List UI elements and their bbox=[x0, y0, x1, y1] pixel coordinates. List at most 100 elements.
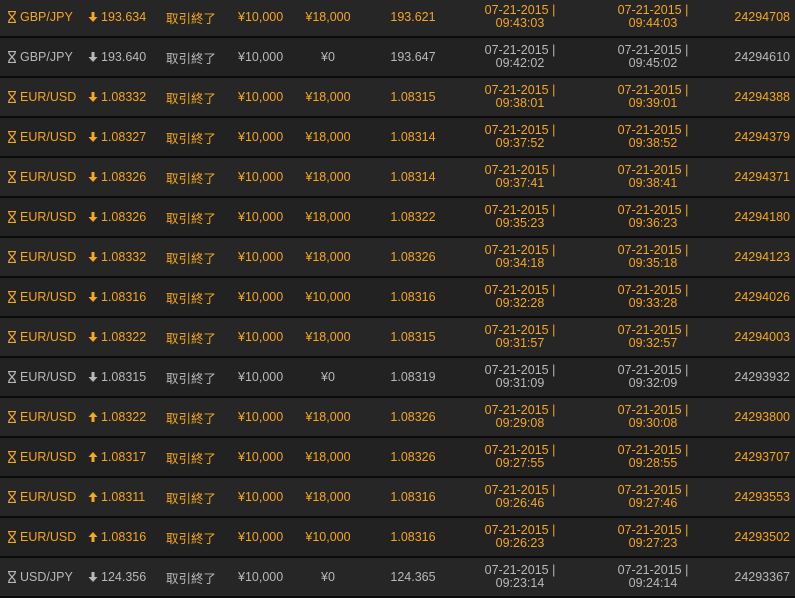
arrow-down-icon bbox=[88, 372, 98, 382]
trade-id: 24294123 bbox=[734, 250, 790, 264]
open-time-text: 09:35:23 bbox=[495, 216, 545, 230]
rate-cell: 193.640 bbox=[88, 38, 146, 76]
close-time: 07-21-2015 | 09:38:52 bbox=[603, 118, 703, 156]
closing-rate: 1.08319 bbox=[390, 370, 436, 384]
arrow-up-icon bbox=[88, 492, 98, 502]
arrow-down-icon bbox=[88, 92, 98, 102]
pair-label: EUR/USD bbox=[20, 450, 77, 464]
pair-cell: USD/JPY bbox=[7, 558, 73, 596]
payout-amount: ¥18,000 bbox=[305, 330, 351, 344]
closing-rate: 193.647 bbox=[390, 50, 436, 64]
hourglass-icon bbox=[8, 411, 16, 423]
trade-id: 24293553 bbox=[734, 490, 790, 504]
hourglass-icon bbox=[8, 131, 16, 143]
entry-rate: 1.08327 bbox=[101, 130, 147, 144]
close-time: 07-21-2015 | 09:35:18 bbox=[603, 238, 703, 276]
rate-cell: 1.08327 bbox=[88, 118, 146, 156]
entry-rate: 1.08316 bbox=[101, 290, 147, 304]
pair-cell: EUR/USD bbox=[7, 478, 76, 516]
investment-amount: ¥10,000 bbox=[238, 570, 284, 584]
investment-amount: ¥10,000 bbox=[238, 450, 284, 464]
closing-rate: 193.621 bbox=[390, 10, 436, 24]
pair-label: EUR/USD bbox=[20, 290, 77, 304]
entry-rate: 1.08322 bbox=[101, 330, 147, 344]
pair-label: EUR/USD bbox=[20, 130, 77, 144]
trade-id: 24294180 bbox=[734, 210, 790, 224]
trade-id: 24294610 bbox=[734, 50, 790, 64]
close-time-text: 09:38:41 bbox=[628, 176, 678, 190]
open-time-text: 09:27:55 bbox=[495, 456, 545, 470]
rate-cell: 124.356 bbox=[88, 558, 146, 596]
table-row[interactable]: EUR/USD 1.08316 取引終了 ¥10,000 ¥10,000 1.0… bbox=[0, 278, 795, 318]
table-row[interactable]: EUR/USD 1.08332 取引終了 ¥10,000 ¥18,000 1.0… bbox=[0, 78, 795, 118]
open-time-text: 09:32:28 bbox=[495, 296, 545, 310]
table-row[interactable]: EUR/USD 1.08322 取引終了 ¥10,000 ¥18,000 1.0… bbox=[0, 398, 795, 438]
open-time: 07-21-2015 | 09:38:01 bbox=[470, 78, 570, 116]
close-time-text: 09:24:14 bbox=[628, 576, 678, 590]
close-time-text: 09:39:01 bbox=[628, 96, 678, 110]
rate-cell: 1.08322 bbox=[88, 398, 146, 436]
open-time: 07-21-2015 | 09:26:23 bbox=[470, 518, 570, 556]
arrow-down-icon bbox=[88, 292, 98, 302]
close-time-text: 09:32:09 bbox=[628, 376, 678, 390]
open-time-text: 09:37:41 bbox=[495, 176, 545, 190]
table-row[interactable]: EUR/USD 1.08326 取引終了 ¥10,000 ¥18,000 1.0… bbox=[0, 158, 795, 198]
open-time-text: 09:42:02 bbox=[495, 56, 545, 70]
table-row[interactable]: EUR/USD 1.08332 取引終了 ¥10,000 ¥18,000 1.0… bbox=[0, 238, 795, 278]
table-row[interactable]: GBP/JPY 193.640 取引終了 ¥10,000 ¥0 193.647 … bbox=[0, 38, 795, 78]
open-time: 07-21-2015 | 09:35:23 bbox=[470, 198, 570, 236]
closing-rate: 1.08322 bbox=[390, 210, 436, 224]
table-row[interactable]: GBP/JPY 193.634 取引終了 ¥10,000 ¥18,000 193… bbox=[0, 0, 795, 38]
investment-amount: ¥10,000 bbox=[238, 490, 284, 504]
open-time-text: 09:38:01 bbox=[495, 96, 545, 110]
table-row[interactable]: USD/JPY 124.356 取引終了 ¥10,000 ¥0 124.365 … bbox=[0, 558, 795, 598]
entry-rate: 1.08332 bbox=[101, 250, 147, 264]
table-row[interactable]: EUR/USD 1.08317 取引終了 ¥10,000 ¥18,000 1.0… bbox=[0, 438, 795, 478]
table-row[interactable]: EUR/USD 1.08316 取引終了 ¥10,000 ¥10,000 1.0… bbox=[0, 518, 795, 558]
rate-cell: 1.08326 bbox=[88, 198, 146, 236]
open-time-text: 09:43:03 bbox=[495, 16, 545, 30]
rate-cell: 1.08332 bbox=[88, 78, 146, 116]
payout-amount: ¥0 bbox=[321, 50, 335, 64]
open-time: 07-21-2015 | 09:29:08 bbox=[470, 398, 570, 436]
open-time-text: 09:29:08 bbox=[495, 416, 545, 430]
hourglass-icon bbox=[8, 571, 16, 583]
open-time: 07-21-2015 | 09:42:02 bbox=[470, 38, 570, 76]
payout-amount: ¥18,000 bbox=[305, 410, 351, 424]
close-time: 07-21-2015 | 09:33:28 bbox=[603, 278, 703, 316]
hourglass-icon bbox=[8, 211, 16, 223]
open-time: 07-21-2015 | 09:37:52 bbox=[470, 118, 570, 156]
status-text: 取引終了 bbox=[166, 91, 217, 106]
pair-label: EUR/USD bbox=[20, 170, 77, 184]
hourglass-icon bbox=[8, 251, 16, 263]
trade-id: 24294026 bbox=[734, 290, 790, 304]
investment-amount: ¥10,000 bbox=[238, 210, 284, 224]
pair-label: GBP/JPY bbox=[20, 50, 73, 64]
table-row[interactable]: EUR/USD 1.08322 取引終了 ¥10,000 ¥18,000 1.0… bbox=[0, 318, 795, 358]
table-row[interactable]: EUR/USD 1.08315 取引終了 ¥10,000 ¥0 1.08319 … bbox=[0, 358, 795, 398]
open-time-text: 09:31:57 bbox=[495, 336, 545, 350]
pair-label: EUR/USD bbox=[20, 90, 77, 104]
table-row[interactable]: EUR/USD 1.08327 取引終了 ¥10,000 ¥18,000 1.0… bbox=[0, 118, 795, 158]
arrow-down-icon bbox=[88, 132, 98, 142]
close-time-text: 09:36:23 bbox=[628, 216, 678, 230]
pair-cell: EUR/USD bbox=[7, 78, 76, 116]
pair-cell: GBP/JPY bbox=[7, 38, 73, 76]
pair-cell: EUR/USD bbox=[7, 238, 76, 276]
close-time: 07-21-2015 | 09:32:57 bbox=[603, 318, 703, 356]
open-time: 07-21-2015 | 09:31:09 bbox=[470, 358, 570, 396]
open-time: 07-21-2015 | 09:37:41 bbox=[470, 158, 570, 196]
open-time: 07-21-2015 | 09:26:46 bbox=[470, 478, 570, 516]
close-time-text: 09:33:28 bbox=[628, 296, 678, 310]
pair-cell: EUR/USD bbox=[7, 158, 76, 196]
table-row[interactable]: EUR/USD 1.08311 取引終了 ¥10,000 ¥18,000 1.0… bbox=[0, 478, 795, 518]
trade-id: 24294379 bbox=[734, 130, 790, 144]
open-time: 07-21-2015 | 09:27:55 bbox=[470, 438, 570, 476]
pair-cell: GBP/JPY bbox=[7, 0, 73, 36]
open-time-text: 09:26:23 bbox=[495, 536, 545, 550]
trade-id: 24293367 bbox=[734, 570, 790, 584]
status-text: 取引終了 bbox=[166, 11, 217, 26]
open-time: 07-21-2015 | 09:32:28 bbox=[470, 278, 570, 316]
table-row[interactable]: EUR/USD 1.08326 取引終了 ¥10,000 ¥18,000 1.0… bbox=[0, 198, 795, 238]
arrow-down-icon bbox=[88, 572, 98, 582]
